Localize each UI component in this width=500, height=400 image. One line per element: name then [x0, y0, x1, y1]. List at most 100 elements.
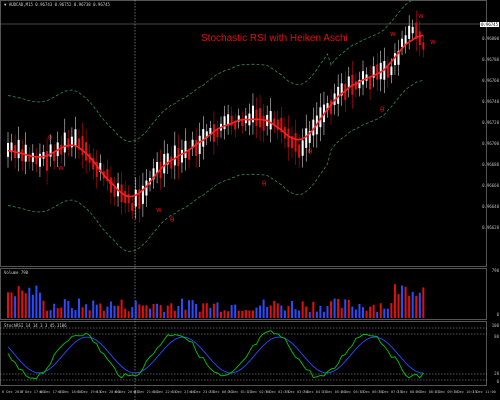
volume-bar [209, 307, 212, 318]
candle-body [31, 152, 34, 163]
candle-body [223, 116, 226, 130]
candle-body [42, 152, 45, 159]
candle-body [195, 140, 198, 156]
volume-bar [131, 307, 134, 318]
volume-bar [102, 310, 105, 318]
volume-bar [308, 311, 311, 318]
candle-body [134, 189, 137, 207]
volume-bar [241, 310, 244, 318]
volume-bar [74, 310, 77, 318]
candle-body [127, 194, 130, 204]
volume-bar [362, 307, 364, 318]
volume-bar [159, 305, 162, 318]
volume-bar [99, 303, 102, 318]
signal-arrow-label: w [418, 12, 424, 20]
volume-bar [10, 292, 13, 318]
volume-bar [220, 311, 222, 318]
volume-bar [38, 292, 41, 318]
candle-body [60, 144, 63, 155]
volume-bar [180, 298, 183, 318]
candle-body [170, 156, 173, 169]
candle-body [262, 115, 265, 131]
candle-body [422, 42, 425, 50]
candle-body [330, 100, 333, 115]
volume-bar [95, 304, 98, 318]
volume-bar [287, 306, 290, 318]
volume-bar [251, 310, 254, 318]
signal-arrow-label: w [430, 38, 436, 46]
candle-body [401, 38, 404, 48]
volume-bar [347, 299, 350, 318]
candle-body [269, 111, 272, 130]
volume-bar [397, 294, 400, 318]
volume-bar [78, 298, 80, 318]
volume-bar [124, 308, 127, 318]
volume-bar [81, 307, 84, 318]
candle-body [376, 64, 379, 80]
volume-bar [266, 306, 269, 318]
candle-body [202, 129, 205, 147]
candle-body [124, 190, 127, 204]
volume-bar [7, 292, 9, 318]
chart-overlay: wwθθwθθwθww [0, 0, 487, 400]
candle-body [173, 145, 176, 166]
volume-bar [63, 299, 66, 318]
volume-bar [198, 311, 201, 318]
volume-bar [88, 310, 91, 318]
volume-bar [106, 306, 109, 318]
volume-bar [276, 303, 279, 318]
volume-bar [24, 293, 27, 318]
signal-arrow-label: θ [170, 216, 174, 224]
volume-bar [152, 304, 155, 318]
volume-bar [127, 311, 130, 318]
volume-bar [223, 310, 226, 318]
volume-bar [14, 296, 17, 318]
volume-bar [383, 308, 386, 318]
volume-bar [305, 306, 308, 318]
volume-bar [280, 305, 283, 318]
candle-body [390, 66, 393, 76]
volume-bar [70, 308, 73, 318]
candle-body [347, 76, 350, 88]
volume-bar [333, 298, 336, 318]
volume-bar [46, 310, 49, 318]
signal-arrow-label: θ [380, 106, 384, 114]
volume-bar [376, 311, 379, 318]
volume-bar [195, 304, 198, 318]
heiken-ashi-line [7, 34, 424, 198]
volume-bar [184, 309, 187, 318]
candle-body [411, 26, 414, 34]
signal-arrow-label: θ [308, 148, 312, 156]
volume-bar [248, 310, 251, 318]
volume-bar [120, 299, 123, 318]
volume-bar [390, 303, 393, 318]
volume-bar [372, 304, 375, 318]
volume-bar [283, 310, 286, 318]
volume-bar [42, 300, 45, 318]
volume-bar [145, 305, 148, 318]
candle-body [46, 151, 49, 171]
volume-bar [67, 300, 70, 318]
volume-bar [92, 300, 95, 318]
volume-bar [230, 305, 233, 318]
signal-arrow-label: w [58, 164, 64, 172]
volume-bar [330, 301, 333, 318]
volume-bar [379, 303, 382, 318]
volume-bar [319, 305, 322, 318]
volume-bar [262, 299, 265, 318]
volume-bar [259, 305, 262, 318]
candle-body [216, 129, 219, 138]
candle-body [305, 128, 308, 148]
volume-bar [202, 303, 205, 318]
volume-bar [273, 301, 276, 318]
volume-bar [365, 310, 368, 318]
stoch-d-line [7, 336, 424, 374]
lower-band-line [7, 80, 424, 253]
volume-bar [170, 303, 173, 318]
volume-bar [393, 284, 396, 318]
volume-bar [21, 290, 24, 318]
candle-body [294, 133, 297, 152]
volume-bar [415, 295, 418, 318]
candle-body [259, 108, 262, 128]
candle-body [188, 150, 191, 160]
